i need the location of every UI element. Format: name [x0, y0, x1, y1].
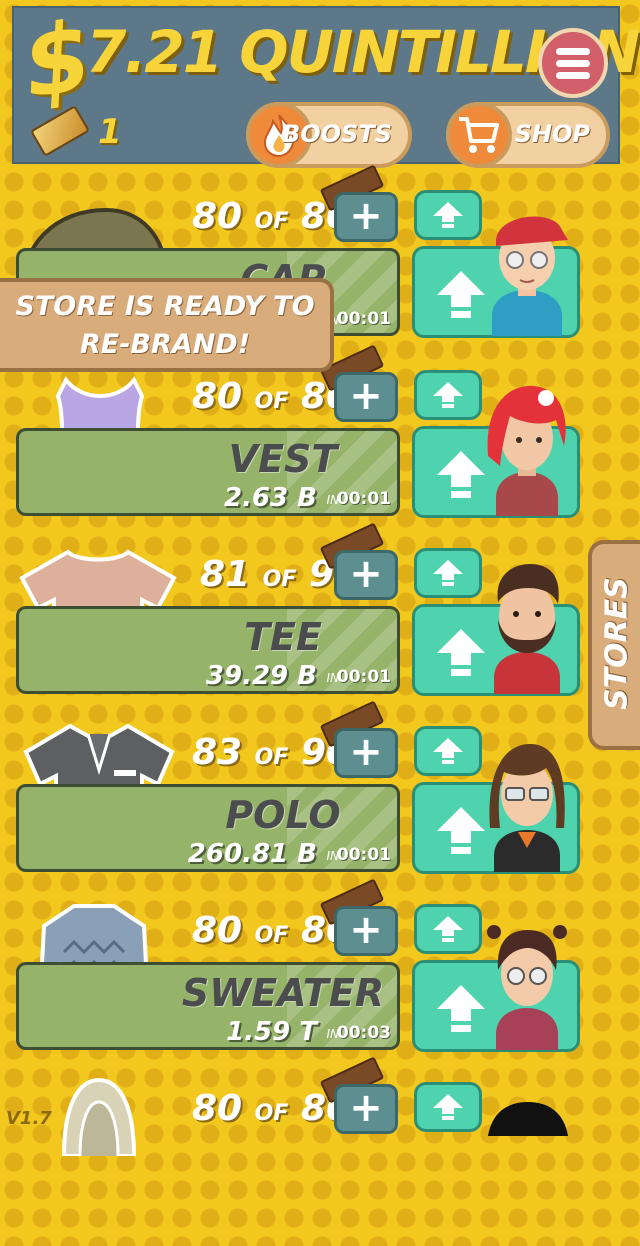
store-row-hoodie: 80 OF 80 +	[0, 1056, 600, 1246]
up-arrow-icon	[433, 382, 463, 408]
store-progress-bar[interactable]: TEE 39.29 B IN 00:01	[16, 606, 400, 694]
store-row-sweater: 80 OF 80 + SWEATER 1.59 T IN 00:03	[0, 878, 600, 1068]
add-manager-button[interactable]: +	[334, 372, 398, 422]
hamburger-icon	[556, 47, 590, 55]
up-arrow-icon	[437, 629, 485, 676]
manager-avatar	[494, 564, 560, 694]
version-label: V1.7	[6, 1108, 52, 1129]
upgrade-small-button[interactable]	[414, 190, 482, 240]
cart-icon	[446, 102, 512, 168]
up-arrow-icon	[433, 560, 463, 586]
manager-avatar	[487, 385, 566, 516]
plus-icon: +	[349, 193, 383, 239]
up-arrow-icon	[433, 738, 463, 764]
up-arrow-icon	[433, 916, 463, 942]
top-header: $ 7.21 QUINTILLION 1 BOOSTS SHOP	[12, 0, 640, 168]
up-arrow-icon	[437, 271, 485, 318]
store-timer: 00:03	[336, 1023, 391, 1043]
up-arrow-icon	[437, 451, 485, 498]
shop-label: SHOP	[514, 120, 590, 148]
manager-avatar	[489, 744, 565, 872]
store-row-vest: 80 OF 80 + VEST 2.63 B IN 00:01	[0, 344, 600, 534]
plus-icon: +	[349, 1085, 383, 1131]
add-manager-button[interactable]: +	[334, 192, 398, 242]
store-revenue: 1.59 T	[226, 1017, 317, 1047]
upgrade-small-button[interactable]	[414, 726, 482, 776]
boosts-button[interactable]: BOOSTS	[246, 102, 412, 168]
up-arrow-icon	[433, 1094, 463, 1120]
store-timer: 00:01	[336, 309, 391, 329]
upgrade-small-button[interactable]	[414, 548, 482, 598]
up-arrow-icon	[433, 202, 463, 228]
store-timer: 00:01	[336, 845, 391, 865]
upgrade-small-button[interactable]	[414, 370, 482, 420]
manager-avatar	[492, 216, 568, 336]
store-progress-bar[interactable]: VEST 2.63 B IN 00:01	[16, 428, 400, 516]
menu-button[interactable]	[538, 28, 608, 98]
store-name: POLO	[225, 793, 341, 837]
store-revenue: 260.81 B	[187, 839, 317, 869]
store-name: TEE	[244, 615, 322, 659]
boosts-label: BOOSTS	[281, 120, 392, 148]
store-name: SWEATER	[181, 971, 385, 1015]
add-manager-button[interactable]: +	[334, 728, 398, 778]
up-arrow-icon	[437, 807, 485, 854]
plus-icon: +	[349, 907, 383, 953]
add-manager-button[interactable]: +	[334, 906, 398, 956]
add-manager-button[interactable]: +	[334, 1084, 398, 1134]
manager-avatar	[488, 1102, 568, 1136]
plus-icon: +	[349, 551, 383, 597]
shop-button[interactable]: SHOP	[446, 102, 610, 168]
store-progress-bar[interactable]: POLO 260.81 B IN 00:01	[16, 784, 400, 872]
manager-avatar	[487, 925, 567, 1050]
add-manager-button[interactable]: +	[334, 550, 398, 600]
hoodie-icon	[61, 1077, 137, 1156]
rebrand-notice[interactable]: STORE IS READY TO RE-BRAND!	[0, 278, 334, 372]
store-row-tee: 81 OF 90 + TEE 39.29 B IN 00:01	[0, 522, 600, 712]
up-arrow-icon	[437, 985, 485, 1032]
store-timer: 00:01	[336, 489, 391, 509]
store-progress-bar[interactable]: SWEATER 1.59 T IN 00:03	[16, 962, 400, 1050]
upgrade-small-button[interactable]	[414, 904, 482, 954]
upgrade-small-button[interactable]	[414, 1082, 482, 1132]
plus-icon: +	[349, 373, 383, 419]
store-name: VEST	[228, 437, 338, 481]
plus-icon: +	[349, 729, 383, 775]
gold-bar-count: 1	[98, 112, 122, 152]
store-revenue: 39.29 B	[205, 661, 317, 691]
stores-tab-label: STORES	[599, 577, 635, 710]
store-revenue: 2.63 B	[223, 483, 317, 513]
store-timer: 00:01	[336, 667, 391, 687]
stores-tab[interactable]: STORES	[588, 540, 640, 750]
store-row-polo: 83 OF 90 + POLO 260.81 B IN 00:01	[0, 700, 600, 890]
